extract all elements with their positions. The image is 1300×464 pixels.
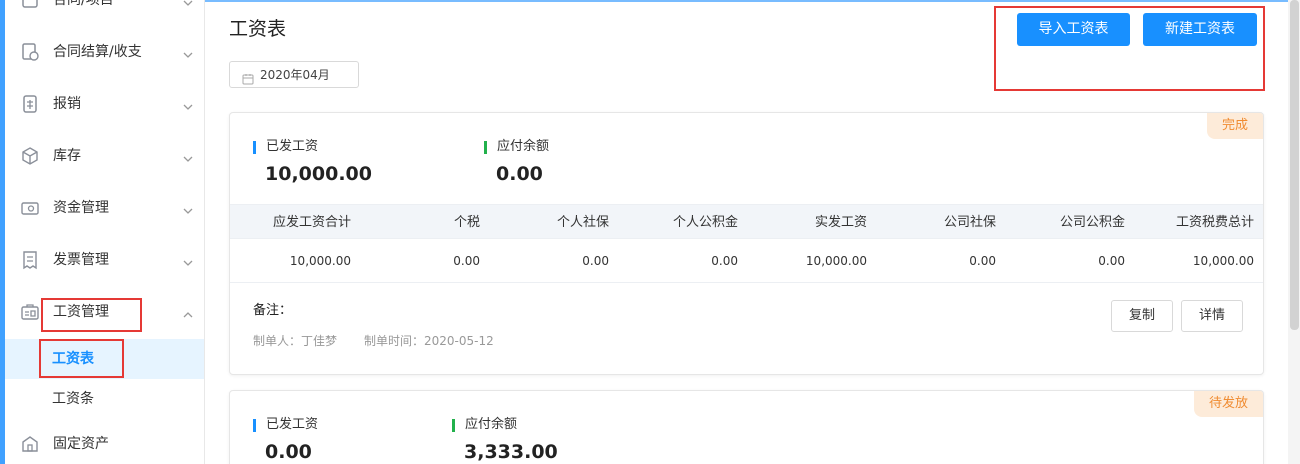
scrollbar-thumb[interactable] (1290, 0, 1299, 330)
new-salary-button[interactable]: 新建工资表 (1143, 13, 1257, 46)
paid-indicator-bar (253, 419, 256, 432)
sidebar-item-label: 合同结算/收支 (53, 44, 142, 60)
paid-salary-label: 已发工资 (266, 417, 319, 432)
status-badge: 待发放 (1193, 391, 1263, 417)
column-header: 个人社保 (556, 215, 609, 230)
table-cell: 0.00 (453, 254, 480, 268)
sidebar-item-label: 报销 (53, 96, 81, 112)
paid-salary-label: 已发工资 (266, 139, 319, 154)
chevron-down-icon (182, 254, 194, 266)
page-title: 工资表 (229, 18, 287, 40)
sidebar: 合同/项目 合同结算/收支 报销 库存 资金管理 发票管理 工资管理 工资表 工… (0, 0, 205, 464)
created-time-text: 制单时间：2020-05-12 (364, 334, 494, 348)
month-picker[interactable]: 2020年04月 (229, 61, 359, 88)
chevron-down-icon (182, 0, 194, 6)
table-row: 10,000.00 0.00 0.00 0.00 10,000.00 0.00 … (230, 239, 1263, 283)
table-cell: 0.00 (711, 254, 738, 268)
creator-text: 制单人：丁佳梦 (253, 334, 338, 348)
status-badge: 完成 (1206, 113, 1263, 139)
due-indicator-bar (452, 419, 455, 432)
invoice-icon (20, 250, 40, 270)
detail-button[interactable]: 详情 (1181, 300, 1243, 332)
top-accent-line (205, 0, 1288, 2)
column-header: 个税 (453, 215, 480, 230)
paid-salary-value: 0.00 (265, 441, 312, 463)
paid-salary-value: 10,000.00 (265, 163, 372, 185)
salary-icon (20, 302, 40, 322)
remark-label: 备注： (253, 303, 293, 318)
settlement-icon (20, 42, 40, 62)
sidebar-item-settlement[interactable]: 合同结算/收支 (5, 26, 204, 78)
sidebar-subitem-salary-table[interactable]: 工资表 (5, 339, 204, 379)
due-balance-label: 应付余额 (465, 417, 518, 432)
import-salary-button[interactable]: 导入工资表 (1017, 13, 1130, 46)
sidebar-item-asset[interactable]: 固定资产 (5, 418, 204, 464)
sidebar-item-label: 资金管理 (53, 200, 109, 216)
column-header: 工资税费总计 (1175, 215, 1254, 230)
due-balance-label: 应付余额 (497, 139, 550, 154)
table-cell: 10,000.00 (805, 254, 867, 268)
table-cell: 0.00 (582, 254, 609, 268)
chevron-down-icon (182, 46, 194, 58)
table-cell: 0.00 (969, 254, 996, 268)
table-cell: 10,000.00 (1192, 254, 1254, 268)
fund-icon (20, 198, 40, 218)
calendar-icon (242, 70, 254, 85)
sidebar-item-label: 固定资产 (53, 436, 109, 452)
sidebar-subitem-payslip[interactable]: 工资条 (5, 379, 204, 419)
salary-card: 完成 已发工资 10,000.00 应付余额 0.00 应发工资合计 个税 个人… (229, 112, 1264, 375)
copy-button[interactable]: 复制 (1111, 300, 1173, 332)
due-balance-value: 0.00 (496, 163, 543, 185)
chevron-down-icon (182, 150, 194, 162)
sidebar-item-contract[interactable]: 合同/项目 (5, 0, 204, 26)
column-header: 个人公积金 (672, 215, 738, 230)
chevron-down-icon (182, 202, 194, 214)
sidebar-subitem-label: 工资表 (52, 351, 94, 367)
table-cell: 10,000.00 (289, 254, 351, 268)
contract-icon (20, 0, 40, 10)
column-header: 公司公积金 (1059, 215, 1125, 230)
chevron-up-icon (182, 306, 194, 318)
reimburse-icon (20, 94, 40, 114)
paid-indicator-bar (253, 141, 256, 154)
due-indicator-bar (484, 141, 487, 154)
sidebar-item-reimburse[interactable]: 报销 (5, 78, 204, 130)
sidebar-item-label: 工资管理 (53, 304, 109, 320)
sidebar-subitem-label: 工资条 (52, 391, 94, 407)
asset-icon (20, 434, 40, 454)
due-balance-value: 3,333.00 (464, 441, 558, 463)
table-header: 应发工资合计 个税 个人社保 个人公积金 实发工资 公司社保 公司公积金 工资税… (230, 204, 1263, 239)
sidebar-item-inventory[interactable]: 库存 (5, 130, 204, 182)
sidebar-item-label: 合同/项目 (53, 0, 114, 8)
column-header: 实发工资 (814, 215, 867, 230)
sidebar-item-fund[interactable]: 资金管理 (5, 182, 204, 234)
salary-card: 待发放 已发工资 0.00 应付余额 3,333.00 (229, 390, 1264, 464)
column-header: 公司社保 (943, 215, 996, 230)
sidebar-item-label: 库存 (53, 148, 81, 164)
sidebar-item-salary[interactable]: 工资管理 (5, 286, 204, 338)
column-header: 应发工资合计 (272, 215, 351, 230)
inventory-icon (20, 146, 40, 166)
month-picker-value: 2020年04月 (260, 68, 330, 82)
table-cell: 0.00 (1098, 254, 1125, 268)
sidebar-item-invoice[interactable]: 发票管理 (5, 234, 204, 286)
sidebar-item-label: 发票管理 (53, 252, 109, 268)
chevron-down-icon (182, 98, 194, 110)
